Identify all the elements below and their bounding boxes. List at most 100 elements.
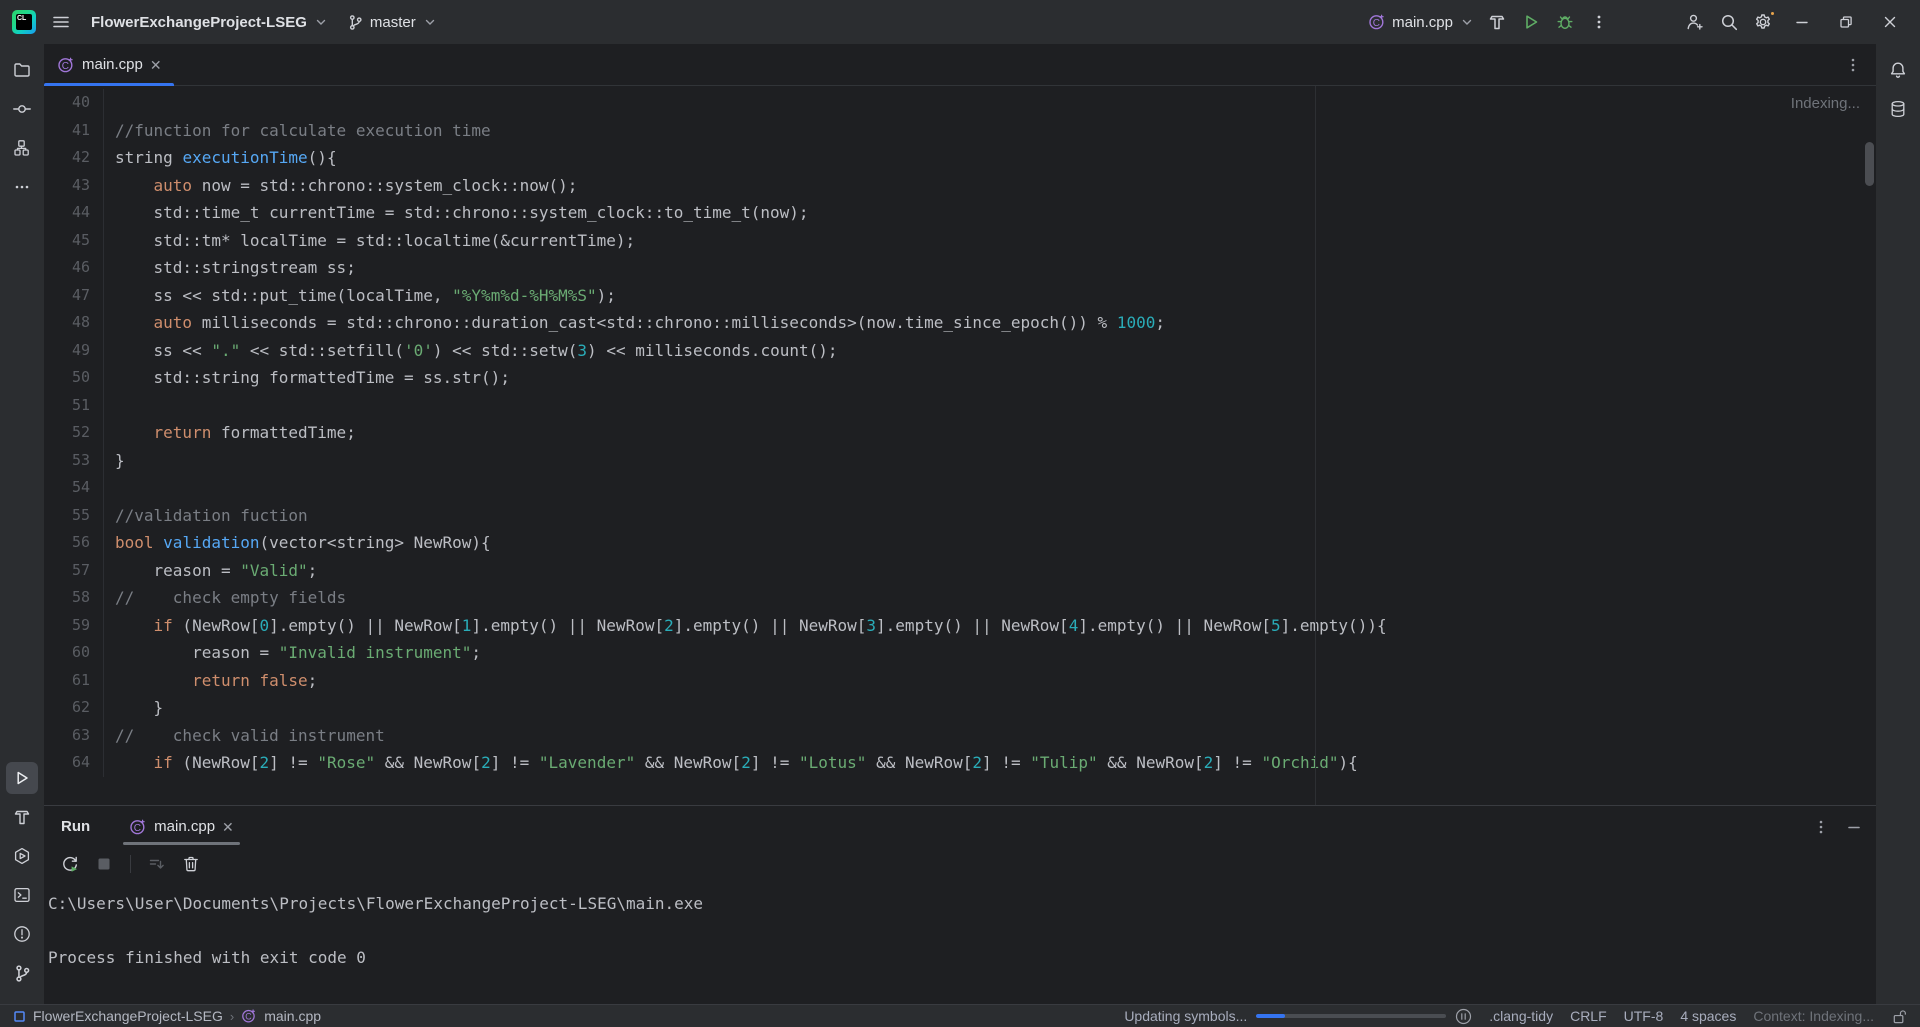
line-number[interactable]: 60 — [44, 639, 90, 667]
line-number[interactable]: 44 — [44, 199, 90, 227]
code-line[interactable]: 49 ss << "." << std::setfill('0') << std… — [44, 337, 1876, 365]
line-number[interactable]: 52 — [44, 419, 90, 447]
tab-options-button[interactable] — [1844, 56, 1862, 74]
services-tool-button[interactable] — [6, 840, 38, 872]
code-line[interactable]: 55//validation fuction — [44, 502, 1876, 530]
problems-tool-button[interactable] — [6, 918, 38, 950]
run-configuration-selector[interactable]: C main.cpp — [1363, 7, 1478, 37]
rerun-button[interactable] — [57, 851, 83, 877]
line-number[interactable]: 58 — [44, 584, 90, 612]
line-number[interactable]: 55 — [44, 502, 90, 530]
more-tool-windows-button[interactable] — [6, 171, 38, 203]
run-console-output[interactable]: C:\Users\User\Documents\Projects\FlowerE… — [44, 881, 1876, 1004]
encoding-widget[interactable]: UTF-8 — [1624, 1008, 1664, 1024]
line-number[interactable]: 45 — [44, 227, 90, 255]
line-number[interactable]: 53 — [44, 447, 90, 475]
run-panel-options-button[interactable] — [1812, 818, 1830, 836]
terminal-tool-button[interactable] — [6, 879, 38, 911]
window-minimize-button[interactable] — [1782, 7, 1822, 37]
line-number[interactable]: 56 — [44, 529, 90, 557]
line-number[interactable]: 47 — [44, 282, 90, 310]
line-number[interactable]: 59 — [44, 612, 90, 640]
indent-widget[interactable]: 4 spaces — [1680, 1008, 1736, 1024]
line-number[interactable]: 64 — [44, 749, 90, 777]
code-line[interactable]: 44 std::time_t currentTime = std::chrono… — [44, 199, 1876, 227]
clang-tidy-widget[interactable]: .clang-tidy — [1489, 1008, 1553, 1024]
line-number[interactable]: 49 — [44, 337, 90, 365]
vcs-branch-widget[interactable]: master — [342, 7, 441, 37]
notifications-button[interactable] — [1882, 54, 1914, 86]
code-line[interactable]: 46 std::stringstream ss; — [44, 254, 1876, 282]
stop-button[interactable] — [91, 851, 117, 877]
line-number[interactable]: 40 — [44, 89, 90, 117]
editor[interactable]: 4041//function for calculate execution t… — [44, 86, 1876, 805]
project-selector[interactable]: FlowerExchangeProject-LSEG — [86, 7, 332, 37]
hide-panel-button[interactable] — [1846, 819, 1862, 835]
settings-button[interactable] — [1748, 7, 1778, 37]
line-number[interactable]: 42 — [44, 144, 90, 172]
line-number[interactable]: 48 — [44, 309, 90, 337]
window-restore-button[interactable] — [1826, 7, 1866, 37]
svg-text:C: C — [134, 823, 141, 834]
line-number[interactable]: 62 — [44, 694, 90, 722]
main-menu-button[interactable] — [46, 7, 76, 37]
structure-tool-button[interactable] — [6, 132, 38, 164]
commit-tool-button[interactable] — [6, 93, 38, 125]
project-tool-button[interactable] — [6, 54, 38, 86]
breadcrumb-file[interactable]: main.cpp — [264, 1008, 321, 1024]
line-number[interactable]: 50 — [44, 364, 90, 392]
code-line[interactable]: 43 auto now = std::chrono::system_clock:… — [44, 172, 1876, 200]
line-number[interactable]: 57 — [44, 557, 90, 585]
editor-scrollbar-thumb[interactable] — [1865, 142, 1874, 186]
git-tool-button[interactable] — [6, 957, 38, 989]
code-line[interactable]: 45 std::tm* localTime = std::localtime(&… — [44, 227, 1876, 255]
code-line[interactable]: 51 — [44, 392, 1876, 420]
window-close-button[interactable] — [1870, 7, 1910, 37]
code-with-me-button[interactable] — [1680, 7, 1710, 37]
code-line[interactable]: 48 auto milliseconds = std::chrono::dura… — [44, 309, 1876, 337]
scroll-to-end-button[interactable] — [144, 851, 170, 877]
line-number[interactable]: 63 — [44, 722, 90, 750]
pause-task-button[interactable] — [1455, 1008, 1472, 1025]
database-tool-button[interactable] — [1882, 93, 1914, 125]
code-line[interactable]: 62 } — [44, 694, 1876, 722]
unlock-icon[interactable] — [1891, 1008, 1908, 1025]
code-line[interactable]: 57 reason = "Valid"; — [44, 557, 1876, 585]
more-actions-button[interactable] — [1584, 7, 1614, 37]
build-button[interactable] — [1482, 7, 1512, 37]
code-line[interactable]: 56bool validation(vector<string> NewRow)… — [44, 529, 1876, 557]
line-number[interactable]: 54 — [44, 474, 90, 502]
cpp-file-icon: C — [57, 56, 75, 74]
code-line[interactable]: 47 ss << std::put_time(localTime, "%Y%m%… — [44, 282, 1876, 310]
code-line[interactable]: 53} — [44, 447, 1876, 475]
line-number[interactable]: 43 — [44, 172, 90, 200]
search-everywhere-button[interactable] — [1714, 7, 1744, 37]
build-tool-button[interactable] — [6, 801, 38, 833]
code-line[interactable]: 52 return formattedTime; — [44, 419, 1876, 447]
line-number[interactable]: 61 — [44, 667, 90, 695]
code-line[interactable]: 58// check empty fields — [44, 584, 1876, 612]
code-line[interactable]: 41//function for calculate execution tim… — [44, 117, 1876, 145]
code-line[interactable]: 63// check valid instrument — [44, 722, 1876, 750]
line-number[interactable]: 41 — [44, 117, 90, 145]
code-line[interactable]: 50 std::string formattedTime = ss.str(); — [44, 364, 1876, 392]
code-line[interactable]: 54 — [44, 474, 1876, 502]
run-button[interactable] — [1516, 7, 1546, 37]
code-line[interactable]: 61 return false; — [44, 667, 1876, 695]
line-number[interactable]: 46 — [44, 254, 90, 282]
breadcrumb-project[interactable]: FlowerExchangeProject-LSEG — [33, 1008, 223, 1024]
code-line[interactable]: 40 — [44, 89, 1876, 117]
code-line[interactable]: 59 if (NewRow[0].empty() || NewRow[1].em… — [44, 612, 1876, 640]
debug-button[interactable] — [1550, 7, 1580, 37]
code-line[interactable]: 60 reason = "Invalid instrument"; — [44, 639, 1876, 667]
tab-close-icon[interactable]: ✕ — [150, 58, 162, 72]
line-ending-widget[interactable]: CRLF — [1570, 1008, 1607, 1024]
editor-tab-main-cpp[interactable]: C main.cpp ✕ — [44, 44, 174, 85]
run-console-tab[interactable]: C main.cpp ✕ — [120, 806, 243, 847]
line-number[interactable]: 51 — [44, 392, 90, 420]
run-tool-button[interactable] — [6, 762, 38, 794]
tab-close-icon[interactable]: ✕ — [222, 820, 234, 834]
clear-console-button[interactable] — [178, 851, 204, 877]
code-line[interactable]: 42string executionTime(){ — [44, 144, 1876, 172]
code-line[interactable]: 64 if (NewRow[2] != "Rose" && NewRow[2] … — [44, 749, 1876, 777]
